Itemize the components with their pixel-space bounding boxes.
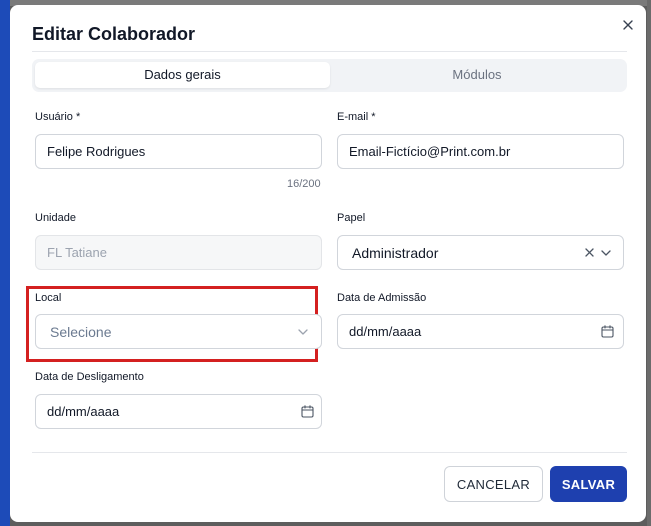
edit-collaborator-dialog: Editar Colaborador Dados gerais Módulos … <box>10 5 646 522</box>
calendar-icon <box>601 325 614 338</box>
data-desligamento-input[interactable]: dd/mm/aaaa <box>35 394 322 429</box>
title-divider <box>32 51 627 52</box>
usuario-label: Usuário * <box>35 111 81 123</box>
usuario-char-counter: 16/200 <box>287 178 321 190</box>
local-select[interactable]: Selecione <box>35 314 322 349</box>
data-admissao-calendar-button[interactable] <box>601 315 614 348</box>
tab-dados-gerais[interactable]: Dados gerais <box>35 62 330 88</box>
papel-label: Papel <box>337 212 366 224</box>
backdrop-left-strip <box>0 0 10 526</box>
unidade-label: Unidade <box>35 212 76 224</box>
close-button[interactable] <box>620 17 636 33</box>
local-label: Local <box>35 292 62 304</box>
papel-dropdown-toggle[interactable] <box>601 236 611 269</box>
footer-divider <box>32 452 627 453</box>
data-admissao-label: Data de Admissão <box>337 292 427 304</box>
backdrop-right <box>647 0 651 526</box>
usuario-input[interactable]: Felipe Rodrigues <box>35 134 322 169</box>
clear-icon <box>585 248 594 257</box>
chevron-down-icon <box>298 328 308 335</box>
papel-selected-value: Administrador <box>352 244 439 261</box>
tab-bar: Dados gerais Módulos <box>32 59 627 92</box>
email-input[interactable]: Email-Fictício@Print.com.br <box>337 134 624 169</box>
save-button[interactable]: SALVAR <box>550 466 627 502</box>
close-icon <box>623 20 633 30</box>
chevron-down-icon <box>601 249 611 256</box>
data-desligamento-label: Data de Desligamento <box>35 371 144 383</box>
cancel-button[interactable]: CANCELAR <box>444 466 543 502</box>
calendar-icon <box>301 405 314 418</box>
dialog-title: Editar Colaborador <box>32 24 196 44</box>
data-admissao-placeholder: dd/mm/aaaa <box>349 324 422 339</box>
papel-clear-button[interactable] <box>585 236 594 269</box>
unidade-input: FL Tatiane <box>35 235 322 270</box>
data-admissao-input[interactable]: dd/mm/aaaa <box>337 314 624 349</box>
data-desligamento-placeholder: dd/mm/aaaa <box>47 404 120 419</box>
email-label: E-mail * <box>337 111 376 123</box>
data-desligamento-calendar-button[interactable] <box>301 395 314 428</box>
local-dropdown-toggle[interactable] <box>298 315 308 348</box>
local-placeholder: Selecione <box>50 323 112 340</box>
papel-select[interactable]: Administrador <box>337 235 624 270</box>
tab-modulos[interactable]: Módulos <box>330 62 624 88</box>
